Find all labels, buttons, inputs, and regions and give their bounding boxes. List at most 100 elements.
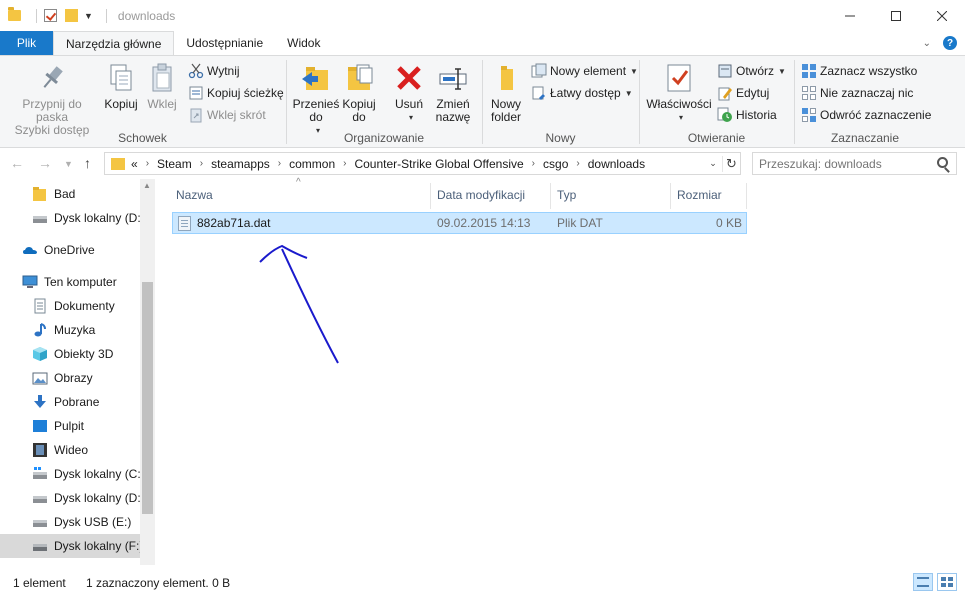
sidebar-item-label: Dysk lokalny (D:) — [54, 211, 145, 225]
search-box[interactable] — [752, 152, 957, 175]
move-to-button[interactable]: Przenieś do ▾ — [291, 62, 341, 137]
sidebar-item-videos[interactable]: Wideo — [0, 438, 140, 462]
sidebar-item-desktop[interactable]: Pulpit — [0, 414, 140, 438]
new-folder-quick-icon[interactable] — [65, 9, 78, 22]
video-icon — [32, 442, 48, 458]
collapse-ribbon-chevron-icon[interactable]: ⌄ — [923, 38, 931, 49]
large-icons-view-button[interactable] — [937, 573, 957, 591]
chevron-right-icon[interactable]: › — [343, 158, 346, 169]
history-icon — [717, 107, 733, 123]
sidebar-item-drive-c[interactable]: Dysk lokalny (C:) — [0, 462, 145, 486]
chevron-right-icon[interactable]: › — [278, 158, 281, 169]
sidebar-item-drive-d[interactable]: Dysk lokalny (D:) — [0, 486, 145, 510]
sidebar-item-drive-f[interactable]: Dysk lokalny (F:) — [0, 534, 143, 558]
customize-toolbar-chevron-icon[interactable]: ▼ — [84, 11, 93, 21]
pin-quick-access-button[interactable]: Przypnij do paska Szybki dostęp — [6, 62, 98, 137]
breadcrumb-item[interactable]: downloads — [588, 157, 645, 171]
search-input[interactable] — [759, 156, 934, 171]
recent-locations-chevron-icon[interactable]: ▼ — [64, 159, 73, 169]
group-open: Właściwości ▾ Otwórz ▼ Edytuj Historia O… — [640, 56, 793, 148]
table-row[interactable]: 882ab71a.dat 09.02.2015 14:13 Plik DAT 0… — [172, 212, 747, 234]
new-folder-button[interactable]: Nowy folder — [487, 62, 525, 124]
properties-quick-icon[interactable] — [44, 9, 57, 22]
tab-view[interactable]: Widok — [275, 31, 332, 55]
search-icon[interactable] — [937, 157, 948, 168]
folder-icon — [111, 157, 125, 170]
invert-selection-button[interactable]: Odwróć zaznaczenie — [801, 107, 931, 123]
sidebar-item-bad[interactable]: Bad — [0, 182, 140, 206]
sidebar-item-pictures[interactable]: Obrazy — [0, 366, 140, 390]
sidebar-item-label: OneDrive — [44, 243, 95, 257]
easy-access-icon — [531, 85, 547, 101]
minimize-button[interactable] — [827, 0, 873, 31]
sidebar-item-this-pc[interactable]: Ten komputer — [0, 270, 140, 294]
navigation-bar: ← → ▼ ↑ « › Steam › steamapps › common ›… — [0, 149, 965, 179]
file-modified: 09.02.2015 14:13 — [437, 216, 531, 230]
forward-arrow-icon[interactable]: → — [38, 155, 52, 171]
dropdown-arrow-icon: ▼ — [630, 66, 638, 76]
sidebar-scrollbar[interactable]: ▲ — [140, 179, 155, 565]
new-item-button[interactable]: Nowy element ▼ — [531, 63, 638, 79]
scrollbar-thumb[interactable] — [142, 282, 153, 514]
chevron-right-icon[interactable]: › — [200, 158, 203, 169]
address-bar[interactable]: « › Steam › steamapps › common › Counter… — [104, 152, 741, 175]
address-history-chevron-icon[interactable]: ⌄ — [704, 158, 722, 169]
refresh-icon[interactable]: ↻ — [722, 155, 740, 172]
edit-button[interactable]: Edytuj — [717, 85, 769, 101]
pin-label-line1: Przypnij do paska — [22, 97, 82, 124]
column-header-size[interactable]: Rozmiar — [671, 183, 746, 207]
sidebar-item-drive-d[interactable]: Dysk lokalny (D:) — [0, 206, 145, 230]
cut-button[interactable]: Wytnij — [188, 63, 240, 79]
copy-button[interactable]: Kopiuj — [102, 62, 140, 111]
divider — [105, 8, 107, 23]
file-type: Plik DAT — [557, 216, 603, 230]
paste-shortcut-button[interactable]: Wklej skrót — [188, 107, 266, 123]
column-header-type[interactable]: Typ — [551, 183, 671, 207]
breadcrumb-item[interactable]: common — [289, 157, 335, 171]
breadcrumb-item[interactable]: Counter-Strike Global Offensive — [354, 157, 523, 171]
folder-icon — [8, 7, 21, 21]
breadcrumb-item[interactable]: csgo — [543, 157, 568, 171]
column-header-modified[interactable]: Data modyfikacji — [431, 183, 551, 207]
select-none-button[interactable]: Nie zaznaczaj nic — [801, 85, 913, 101]
paste-button[interactable]: Wklej — [144, 62, 180, 111]
breadcrumb-item[interactable]: Steam — [157, 157, 192, 171]
tab-home[interactable]: Narzędzia główne — [53, 31, 175, 55]
copy-path-icon — [188, 85, 204, 101]
sidebar-item-music[interactable]: Muzyka — [0, 318, 140, 342]
close-button[interactable] — [919, 0, 965, 31]
breadcrumb-overflow[interactable]: « — [131, 157, 138, 171]
scroll-up-arrow-icon[interactable]: ▲ — [143, 181, 151, 190]
delete-button[interactable]: Usuń ▾ — [389, 62, 429, 124]
details-view-button[interactable] — [913, 573, 933, 591]
maximize-button[interactable] — [873, 0, 919, 31]
sidebar-item-usb-e[interactable]: Dysk USB (E:) — [0, 510, 140, 534]
copy-path-button[interactable]: Kopiuj ścieżkę — [188, 85, 284, 101]
chevron-right-icon[interactable]: › — [576, 158, 579, 169]
properties-label: Właściwości — [646, 97, 712, 111]
select-all-button[interactable]: Zaznacz wszystko — [801, 63, 917, 79]
history-button[interactable]: Historia — [717, 107, 777, 123]
select-none-label: Nie zaznaczaj nic — [820, 86, 914, 100]
sidebar-item-3d-objects[interactable]: Obiekty 3D — [0, 342, 140, 366]
tab-share[interactable]: Udostępnianie — [174, 31, 275, 55]
properties-button[interactable]: Właściwości ▾ — [644, 62, 714, 124]
tab-file[interactable]: Plik — [0, 31, 53, 55]
copy-to-label-line2: do — [352, 110, 366, 124]
rename-button[interactable]: Zmień nazwę — [431, 62, 475, 124]
breadcrumb-item[interactable]: steamapps — [211, 157, 270, 171]
open-button[interactable]: Otwórz ▼ — [717, 63, 786, 79]
help-icon[interactable]: ? — [943, 36, 957, 50]
rename-icon — [437, 62, 469, 94]
chevron-right-icon[interactable]: › — [532, 158, 535, 169]
sidebar-item-documents[interactable]: Dokumenty — [0, 294, 140, 318]
chevron-right-icon[interactable]: › — [146, 158, 149, 169]
divider[interactable] — [746, 183, 747, 209]
sidebar-item-downloads[interactable]: Pobrane — [0, 390, 140, 414]
copy-to-button[interactable]: Kopiuj do — [339, 62, 379, 124]
up-arrow-icon[interactable]: ↑ — [84, 155, 91, 171]
easy-access-button[interactable]: Łatwy dostęp ▼ — [531, 85, 633, 101]
sidebar-item-onedrive[interactable]: OneDrive — [0, 238, 140, 262]
back-arrow-icon[interactable]: ← — [10, 155, 24, 171]
column-header-name[interactable]: Nazwa — [170, 183, 430, 207]
